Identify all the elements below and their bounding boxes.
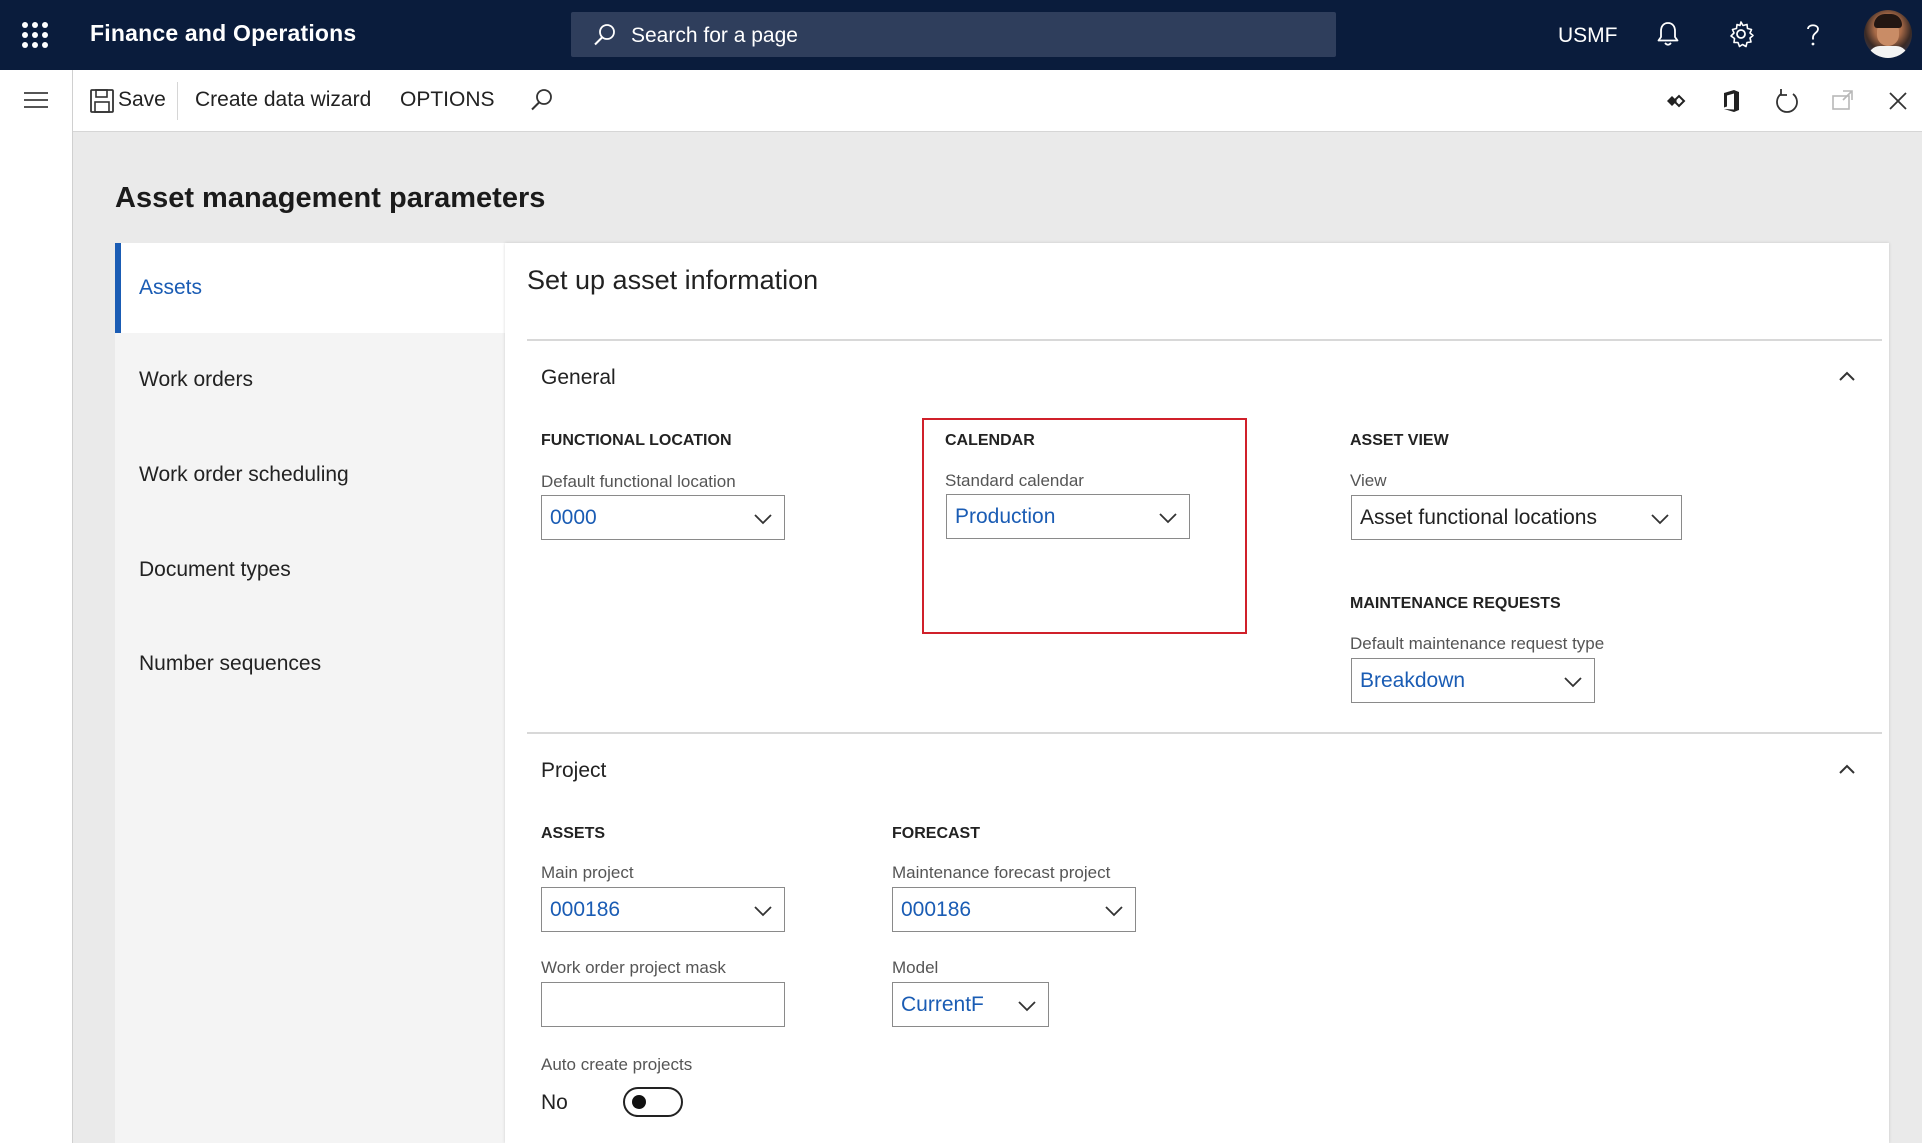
forecast-group-label: FORECAST (892, 825, 980, 842)
refresh-icon[interactable] (1772, 86, 1802, 116)
action-divider (177, 82, 178, 120)
view-label: View (1350, 471, 1387, 490)
assets-group-label: ASSETS (541, 825, 606, 842)
tab-label: Number sequences (139, 652, 322, 675)
chevron-down-icon (754, 514, 772, 525)
default-functional-location-label: Default functional location (541, 472, 736, 491)
main-project-dropdown[interactable]: 000186 (541, 887, 785, 932)
tab-label: Work order scheduling (139, 463, 349, 486)
functional-location-group-label: FUNCTIONAL LOCATION (541, 432, 732, 449)
tab-label: Assets (139, 276, 203, 299)
gear-icon[interactable] (1725, 18, 1757, 50)
tab-work-orders[interactable]: Work orders (115, 333, 505, 423)
default-functional-location-dropdown[interactable]: 0000 (541, 495, 785, 540)
toggle-knob (632, 1095, 646, 1109)
tab-label: Work orders (139, 368, 253, 391)
auto-create-projects-label: Auto create projects (541, 1055, 693, 1074)
find-icon[interactable] (527, 86, 557, 116)
open-new-window-icon[interactable] (1828, 86, 1858, 116)
create-data-wizard-button[interactable]: Create data wizard (195, 88, 371, 112)
power-apps-icon[interactable] (1661, 86, 1691, 116)
top-navigation-bar: Finance and Operations Search for a page… (0, 0, 1922, 70)
standard-calendar-label: Standard calendar (945, 471, 1084, 490)
tab-number-sequences[interactable]: Number sequences (115, 617, 505, 707)
tab-label: Document types (139, 558, 291, 581)
calendar-group-label: CALENDAR (945, 432, 1035, 449)
work-order-project-mask-input[interactable] (541, 982, 785, 1027)
main-project-label: Main project (541, 863, 634, 882)
content-panel: Set up asset information General FUNCTIO… (505, 243, 1889, 1143)
dropdown-value: Asset functional locations (1360, 506, 1597, 529)
default-maintenance-request-type-dropdown[interactable]: Breakdown (1351, 658, 1595, 703)
action-pane: Save Create data wizard OPTIONS (73, 70, 1922, 132)
chevron-down-icon (1651, 514, 1669, 525)
dropdown-value: CurrentF (901, 993, 984, 1016)
tab-work-order-scheduling[interactable]: Work order scheduling (115, 428, 505, 518)
user-avatar[interactable] (1864, 10, 1912, 58)
content-title: Set up asset information (527, 265, 819, 295)
app-launcher-icon[interactable] (22, 22, 48, 48)
save-button[interactable]: Save (118, 88, 166, 112)
maintenance-forecast-project-label: Maintenance forecast project (892, 863, 1111, 882)
office-icon[interactable] (1716, 86, 1746, 116)
dropdown-value: 0000 (550, 506, 597, 529)
chevron-up-icon[interactable] (1835, 364, 1859, 388)
general-section-header[interactable]: General (541, 366, 616, 390)
app-title[interactable]: Finance and Operations (90, 20, 356, 47)
model-label: Model (892, 958, 939, 977)
dropdown-value: 000186 (550, 898, 621, 921)
dropdown-value: Breakdown (1360, 669, 1466, 692)
standard-calendar-dropdown[interactable]: Production (946, 494, 1190, 539)
work-order-project-mask-label: Work order project mask (541, 958, 726, 977)
hamburger-menu-icon[interactable] (24, 92, 48, 108)
vertical-tab-list: Assets Work orders Work order scheduling… (115, 243, 505, 1143)
search-placeholder: Search for a page (631, 24, 798, 47)
section-divider (527, 732, 1882, 734)
project-section-header[interactable]: Project (541, 759, 606, 783)
chevron-down-icon (1018, 1001, 1036, 1012)
maintenance-forecast-project-dropdown[interactable]: 000186 (892, 887, 1136, 932)
chevron-up-icon[interactable] (1835, 757, 1859, 781)
navigation-rail (0, 70, 73, 1143)
chevron-down-icon (1159, 513, 1177, 524)
default-maintenance-request-type-label: Default maintenance request type (1350, 634, 1605, 653)
bell-icon[interactable] (1652, 18, 1684, 50)
tab-document-types[interactable]: Document types (115, 523, 505, 613)
auto-create-projects-value: No (541, 1091, 568, 1114)
chevron-down-icon (1105, 906, 1123, 917)
search-input[interactable]: Search for a page (571, 12, 1336, 57)
asset-view-group-label: ASSET VIEW (1350, 432, 1449, 449)
search-icon (594, 24, 615, 46)
tab-assets[interactable]: Assets (115, 243, 505, 333)
dropdown-value: 000186 (901, 898, 972, 921)
asset-view-dropdown[interactable]: Asset functional locations (1351, 495, 1682, 540)
dropdown-value: Production (955, 505, 1056, 528)
save-icon[interactable] (87, 86, 117, 116)
company-picker[interactable]: USMF (1558, 24, 1618, 48)
help-icon[interactable] (1797, 18, 1829, 50)
options-tab[interactable]: OPTIONS (400, 88, 495, 112)
chevron-down-icon (1564, 677, 1582, 688)
auto-create-projects-toggle[interactable] (623, 1087, 683, 1117)
section-divider (527, 339, 1882, 341)
maintenance-requests-group-label: MAINTENANCE REQUESTS (1350, 595, 1561, 612)
model-dropdown[interactable]: CurrentF (892, 982, 1049, 1027)
close-icon[interactable] (1883, 86, 1913, 116)
chevron-down-icon (754, 906, 772, 917)
page-title: Asset management parameters (115, 182, 546, 214)
